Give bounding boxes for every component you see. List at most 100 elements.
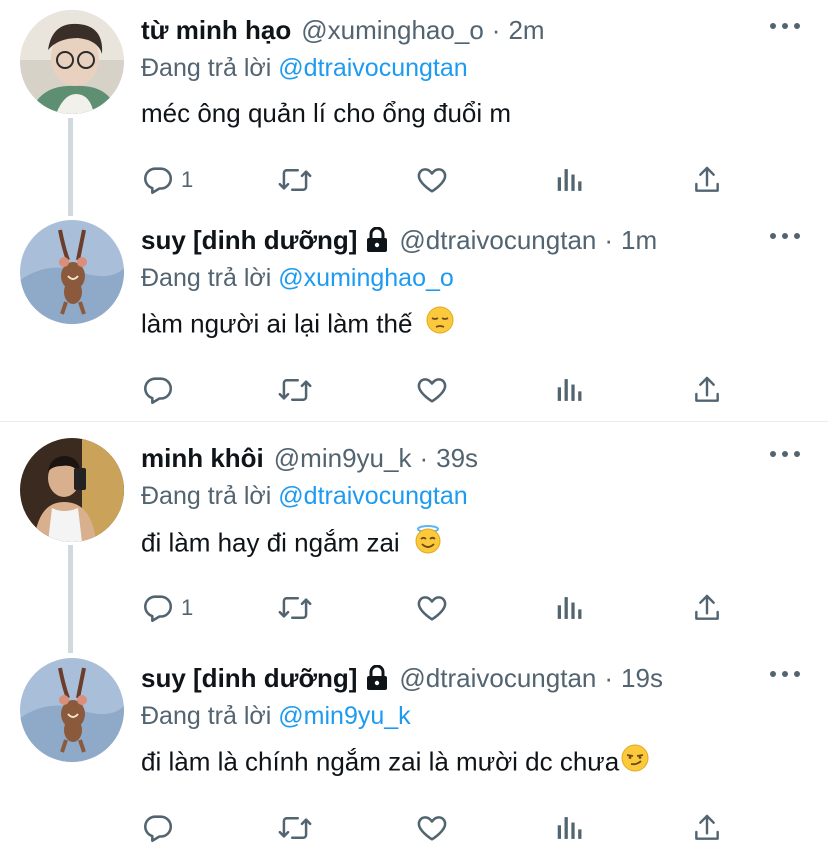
heart-icon [415, 163, 449, 197]
replying-label: Đang trả lời [141, 54, 272, 82]
retweet-button[interactable] [277, 160, 313, 200]
replying-label: Đang trả lời [141, 482, 272, 510]
heart-icon [415, 591, 449, 625]
display-name[interactable]: từ minh hạo [141, 15, 291, 46]
separator: · [491, 14, 501, 45]
user-handle[interactable]: @xuminghao_o [301, 15, 484, 46]
retweet-icon [277, 163, 313, 197]
tweet[interactable]: suy [dinh dưỡng] @dtraivocungtan · 1m Đa… [0, 220, 828, 420]
views-icon [555, 811, 585, 845]
reply-button[interactable]: 1 [141, 588, 193, 628]
like-button[interactable] [415, 588, 449, 628]
more-icon[interactable] [770, 664, 800, 684]
timestamp[interactable]: 19s [621, 663, 663, 694]
tweet-text: đi làm hay đi ngắm zai [141, 524, 443, 563]
mention-link[interactable]: @dtraivocungtan [278, 482, 467, 510]
share-button[interactable] [691, 808, 723, 848]
tweet-text-content: làm người ai lại làm thế [141, 308, 413, 339]
views-icon [555, 163, 585, 197]
tweet-actions [141, 808, 741, 848]
tweet-text-content: đi làm là chính ngắm zai là mười dc chưa [141, 746, 620, 777]
share-button[interactable] [691, 370, 723, 410]
user-handle[interactable]: @dtraivocungtan [399, 225, 596, 256]
smiling-face-with-halo-icon [413, 524, 443, 561]
avatar[interactable] [20, 438, 124, 542]
avatar[interactable] [20, 220, 124, 324]
retweet-icon [277, 811, 313, 845]
display-name[interactable]: minh khôi [141, 443, 264, 474]
more-icon[interactable] [770, 444, 800, 464]
tweet-header: từ minh hạo @xuminghao_o · 2m [141, 10, 545, 50]
timestamp[interactable]: 2m [508, 15, 544, 46]
views-button[interactable] [555, 160, 585, 200]
replying-to: Đang trả lời @min9yu_k [141, 702, 411, 731]
avatar[interactable] [20, 10, 124, 114]
tweet-text: méc ông quản lí cho ổng đuổi m [141, 98, 511, 129]
separator: · [604, 662, 614, 693]
tweet-actions [141, 370, 741, 410]
tweet-text-content: đi làm hay đi ngắm zai [141, 527, 400, 558]
timestamp[interactable]: 39s [436, 443, 478, 474]
tweet-text-content: méc ông quản lí cho ổng đuổi m [141, 98, 512, 128]
share-icon [691, 373, 723, 407]
tweet-text: làm người ai lại làm thế [141, 306, 454, 343]
reply-count: 1 [181, 595, 194, 620]
views-icon [555, 373, 585, 407]
timestamp[interactable]: 1m [621, 225, 657, 256]
tweet-header: suy [dinh dưỡng] @dtraivocungtan · 1m [141, 220, 657, 260]
share-icon [691, 591, 723, 625]
reply-button[interactable]: 1 [141, 160, 193, 200]
separator: · [604, 224, 614, 255]
display-name[interactable]: suy [dinh dưỡng] [141, 663, 357, 694]
like-button[interactable] [415, 808, 449, 848]
views-button[interactable] [555, 588, 585, 628]
separator: · [419, 442, 429, 473]
tweet-divider [0, 421, 828, 422]
views-icon [555, 591, 585, 625]
reply-count: 1 [181, 167, 194, 192]
retweet-button[interactable] [277, 370, 313, 410]
retweet-icon [277, 373, 313, 407]
reply-icon [141, 163, 175, 197]
like-button[interactable] [415, 370, 449, 410]
mention-link[interactable]: @min9yu_k [278, 702, 410, 730]
replying-label: Đang trả lời [141, 702, 272, 730]
user-handle[interactable]: @dtraivocungtan [399, 663, 596, 694]
share-button[interactable] [691, 588, 723, 628]
tweet[interactable]: minh khôi @min9yu_k · 39s Đang trả lời @… [0, 438, 828, 638]
reply-icon [141, 373, 175, 407]
share-icon [691, 163, 723, 197]
tweet-actions: 1 [141, 160, 741, 200]
like-button[interactable] [415, 160, 449, 200]
retweet-button[interactable] [277, 808, 313, 848]
mention-link[interactable]: @dtraivocungtan [278, 54, 467, 82]
replying-label: Đang trả lời [141, 264, 272, 292]
heart-icon [415, 373, 449, 407]
views-button[interactable] [555, 808, 585, 848]
user-handle[interactable]: @min9yu_k [274, 443, 412, 474]
mention-link[interactable]: @xuminghao_o [278, 264, 454, 292]
tweet-header: minh khôi @min9yu_k · 39s [141, 438, 478, 478]
smirking-face-icon [621, 744, 649, 779]
heart-icon [415, 811, 449, 845]
more-icon[interactable] [770, 226, 800, 246]
retweet-button[interactable] [277, 588, 313, 628]
views-button[interactable] [555, 370, 585, 410]
share-icon [691, 811, 723, 845]
replying-to: Đang trả lời @dtraivocungtan [141, 482, 468, 511]
reply-icon [141, 591, 175, 625]
lock-icon [365, 226, 389, 253]
display-name[interactable]: suy [dinh dưỡng] [141, 225, 357, 256]
tweet[interactable]: từ minh hạo @xuminghao_o · 2m Đang trả l… [0, 10, 828, 210]
reply-icon [141, 811, 175, 845]
tweet-actions: 1 [141, 588, 741, 628]
tweet-header: suy [dinh dưỡng] @dtraivocungtan · 19s [141, 658, 663, 698]
reply-button[interactable] [141, 808, 181, 848]
tweet[interactable]: suy [dinh dưỡng] @dtraivocungtan · 19s Đ… [0, 658, 828, 855]
avatar[interactable] [20, 658, 124, 762]
reply-button[interactable] [141, 370, 181, 410]
share-button[interactable] [691, 160, 723, 200]
lock-icon [365, 664, 389, 691]
retweet-icon [277, 591, 313, 625]
more-icon[interactable] [770, 16, 800, 36]
